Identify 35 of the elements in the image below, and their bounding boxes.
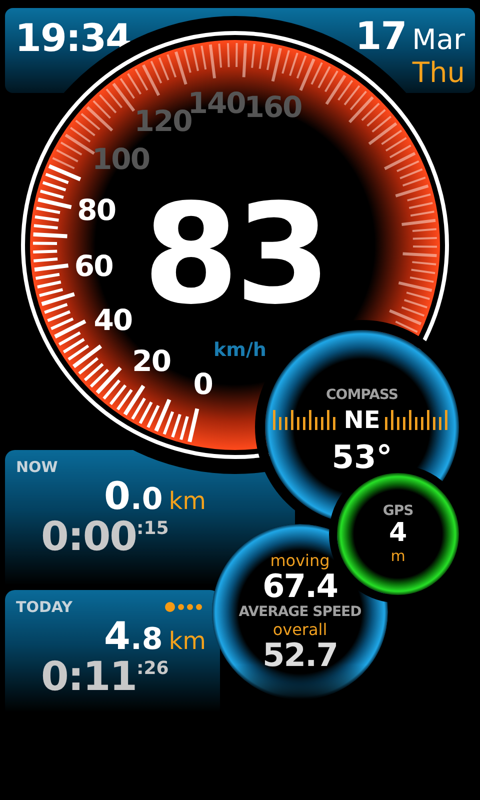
weekday: Thu — [412, 58, 465, 89]
gps-accuracy: 4 — [388, 518, 408, 548]
compass-title: COMPASS — [326, 386, 398, 402]
moving-speed: 67.4 — [262, 570, 338, 604]
trip-title: TODAY — [16, 598, 72, 616]
trip-seconds: :15 — [136, 518, 169, 539]
scale-label: 60 — [74, 249, 113, 284]
overall-speed: 52.7 — [262, 639, 338, 673]
page-dot[interactable] — [178, 604, 184, 610]
scale-label: 160 — [244, 90, 302, 124]
compass-degrees: 53° — [332, 438, 392, 476]
page-dot[interactable] — [165, 602, 175, 612]
clock-time: 19:34 — [15, 16, 131, 60]
distance-unit: km — [168, 487, 206, 515]
compass-heading: NE — [344, 406, 380, 434]
speed-value: 83 — [142, 186, 328, 324]
gps-title: GPS — [382, 502, 414, 519]
moving-label: moving — [270, 551, 330, 570]
scale-label: 40 — [94, 302, 132, 336]
gps-unit: m — [390, 547, 406, 566]
date-day: 17 — [355, 14, 406, 58]
page-dot[interactable] — [196, 604, 202, 610]
average-speed-title: AVERAGE SPEED — [238, 604, 362, 620]
speed-unit: km/h — [214, 339, 266, 361]
distance-decimal: .0 — [130, 482, 163, 517]
distance-decimal: .8 — [130, 622, 163, 657]
scale-label: 80 — [77, 192, 116, 227]
date-month: Mar — [412, 23, 465, 56]
scale-label: 0 — [193, 367, 212, 402]
trip-title: NOW — [16, 458, 58, 476]
overall-label: overall — [272, 620, 328, 639]
page-dot[interactable] — [187, 604, 193, 610]
scale-label: 20 — [132, 344, 171, 378]
distance-unit: km — [168, 627, 206, 655]
trip-seconds: :26 — [136, 658, 169, 679]
